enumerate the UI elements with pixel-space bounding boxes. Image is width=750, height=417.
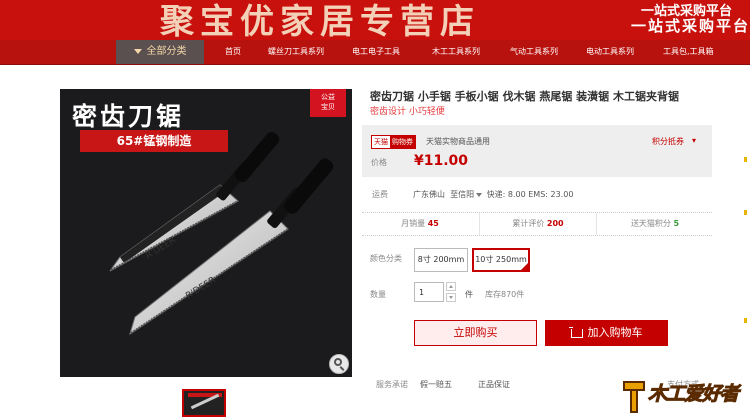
quantity-input[interactable]: 1 <box>414 282 444 302</box>
ship-to-select[interactable]: 信阳 <box>458 190 474 199</box>
tmall-tag-label: 天猫 <box>374 138 388 146</box>
hammer-icon <box>623 381 645 413</box>
watermark-text: 木工爱好者 <box>647 383 739 406</box>
promise-item[interactable]: 假一赔五 <box>420 379 452 390</box>
tmall-coupon-tag: 天猫 购物券 <box>371 135 416 149</box>
watermark-logo: 木工爱好者 <box>620 375 750 417</box>
nav-item-toolbox[interactable]: 工具包,工具箱 <box>663 40 714 64</box>
chevron-down-icon <box>133 48 142 54</box>
shipping-fees: 快递: 8.00 EMS: 23.00 <box>486 190 574 199</box>
quantity-label: 数量 <box>370 290 386 299</box>
image-title: 密齿刀锯 <box>72 102 185 131</box>
price-label: 价格 <box>371 158 387 167</box>
monthly-sales: 月销量 45 <box>362 213 478 235</box>
product-main-image[interactable]: R'DEER R'DEER 密齿刀锯 65#锰钢制造 公益 宝贝 <box>60 89 352 377</box>
shipping-label: 运费 <box>372 190 388 199</box>
stat-label: 累计评价 <box>512 219 545 228</box>
all-categories-label: 全部分类 <box>146 46 187 57</box>
sku-option-10in[interactable]: 10寸 250mm <box>472 248 530 272</box>
cart-icon <box>568 326 583 338</box>
points-coupon-link[interactable]: 积分抵券 <box>652 136 684 147</box>
coupon-tag-label: 购物券 <box>390 136 415 148</box>
total-reviews[interactable]: 累计评价 200 <box>479 213 596 235</box>
color-label: 颜色分类 <box>370 254 402 263</box>
decrement-icon[interactable] <box>446 293 456 302</box>
sidebar-edge-marker <box>744 318 747 323</box>
product-thumbnail[interactable] <box>182 389 226 417</box>
tmall-points: 送天猫积分 5 <box>596 213 713 235</box>
nav-item-woodworking[interactable]: 木工工具系列 <box>432 40 480 64</box>
all-categories-button[interactable]: 全部分类 <box>116 40 204 64</box>
stat-value: 200 <box>546 219 564 228</box>
sidebar-edge-marker <box>744 157 747 162</box>
stat-label: 送天猫积分 <box>630 219 671 228</box>
chevron-down-icon[interactable]: ▾ <box>692 136 696 145</box>
sales-stats: 月销量 45 累计评价 200 送天猫积分 5 <box>362 212 712 236</box>
nav-item-home[interactable]: 首页 <box>225 40 241 64</box>
ship-to-prefix: 至 <box>450 190 459 199</box>
charity-badge-line1: 公益 <box>321 93 335 101</box>
product-title: 密齿刀锯 小手锯 手板小锯 伐木锯 燕尾锯 装潢锯 木工锯夹背锯 <box>370 90 679 103</box>
price-value: ¥11.00 <box>414 153 469 169</box>
stat-value: 5 <box>673 219 680 228</box>
charity-badge-line2: 宝贝 <box>321 103 335 111</box>
stat-label: 月销量 <box>401 219 426 228</box>
add-to-cart-button[interactable]: 加入购物车 <box>545 320 668 346</box>
sku-option-8in[interactable]: 8寸 200mm <box>414 248 468 272</box>
nav-item-power-tools[interactable]: 电动工具系列 <box>586 40 634 64</box>
increment-icon[interactable] <box>446 282 456 291</box>
quantity-unit: 件 <box>465 290 473 299</box>
tmall-coupon-desc: 天猫实物商品通用 <box>426 137 490 146</box>
ship-from: 广东佛山 <box>413 190 445 199</box>
buy-now-button[interactable]: 立即购买 <box>414 320 537 346</box>
product-subtitle: 密齿设计 小巧轻便 <box>370 107 445 117</box>
service-promise-label: 服务承诺 <box>376 380 408 389</box>
price-box: 天猫 购物券 天猫实物商品通用 积分抵券 ▾ 价格 ¥11.00 <box>362 125 712 177</box>
store-banner: 聚宝优家居专营店 一站式采购平台 一站式采购平台 <box>0 0 750 40</box>
stat-value: 45 <box>427 219 439 228</box>
shipping-info: 广东佛山 至信阳 快递: 8.00 EMS: 23.00 <box>413 189 573 200</box>
nav-item-electrical[interactable]: 电工电子工具 <box>352 40 400 64</box>
image-badge: 65#锰钢制造 <box>80 130 228 152</box>
chevron-down-icon[interactable] <box>476 192 483 197</box>
sidebar-edge-marker <box>744 210 747 215</box>
charity-badge: 公益 宝贝 <box>310 89 346 117</box>
stock-count: 库存870件 <box>485 290 525 299</box>
nav-item-pneumatic[interactable]: 气动工具系列 <box>510 40 558 64</box>
nav-item-screwdrivers[interactable]: 螺丝刀工具系列 <box>268 40 324 64</box>
banner-slogan: 一站式采购平台 <box>630 17 750 35</box>
store-title: 聚宝优家居专营店 <box>160 2 480 40</box>
quantity-stepper[interactable] <box>446 282 456 302</box>
store-nav: 全部分类 首页 螺丝刀工具系列 电工电子工具 木工工具系列 气动工具系列 电动工… <box>0 40 750 65</box>
promise-item[interactable]: 正品保证 <box>478 379 510 390</box>
zoom-icon[interactable] <box>329 354 349 374</box>
add-to-cart-label: 加入购物车 <box>587 326 643 339</box>
